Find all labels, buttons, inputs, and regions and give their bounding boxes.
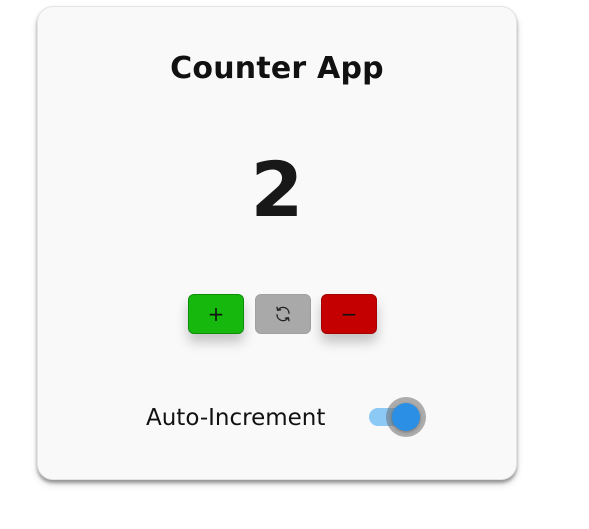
minus-icon: − [340, 302, 358, 326]
refresh-icon [276, 306, 290, 322]
auto-increment-label: Auto-Increment [146, 405, 326, 431]
toggle-knob [392, 403, 420, 431]
auto-increment-toggle[interactable] [366, 397, 428, 437]
app-title: Counter App [170, 51, 384, 86]
counter-card: Counter App 2 + − Auto-Increment [37, 6, 517, 480]
reset-button[interactable] [255, 294, 311, 334]
decrement-button[interactable]: − [321, 294, 377, 334]
counter-value: 2 [250, 145, 304, 234]
increment-button[interactable]: + [188, 294, 244, 334]
plus-icon: + [207, 302, 225, 326]
